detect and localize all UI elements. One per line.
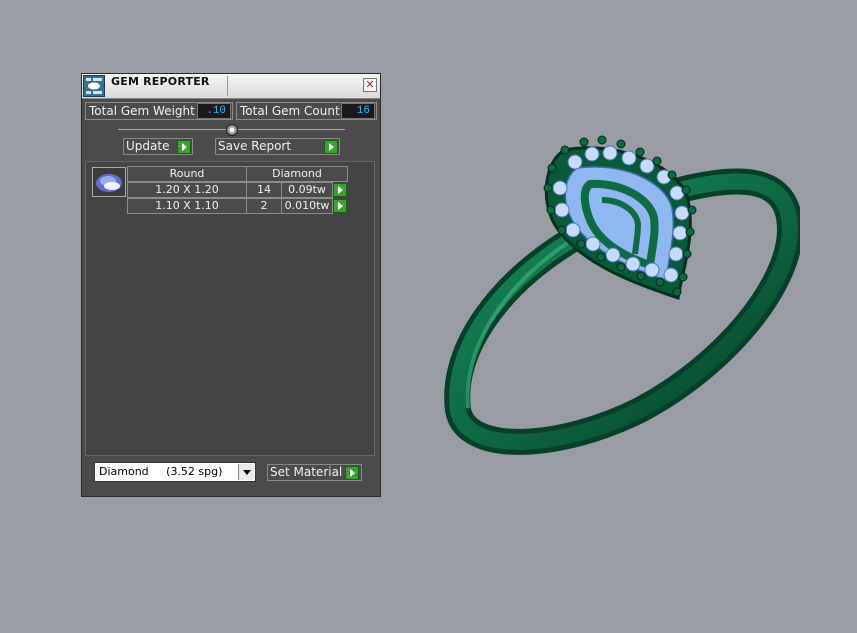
material-header: Diamond	[246, 166, 348, 182]
play-arrow-icon[interactable]	[333, 199, 347, 213]
material-select-value: Diamond (3.52 spg)	[99, 465, 223, 478]
total-gem-weight-value: .10	[197, 103, 231, 119]
table-row-count: 14	[246, 182, 282, 198]
table-row-size: 1.10 X 1.10	[127, 198, 247, 214]
play-arrow-icon[interactable]	[177, 140, 191, 154]
size-slider-thumb[interactable]	[226, 124, 238, 136]
close-icon[interactable]: ✕	[363, 78, 377, 92]
title-bar[interactable]: GEM REPORTER ✕	[82, 74, 380, 99]
play-arrow-icon[interactable]	[345, 466, 359, 480]
set-material-button[interactable]: Set Material	[267, 464, 362, 481]
update-button[interactable]: Update	[123, 138, 193, 155]
round-gem-icon[interactable]	[92, 167, 126, 197]
play-arrow-icon[interactable]	[333, 183, 347, 197]
save-report-button-label: Save Report	[218, 139, 292, 153]
total-gem-count-label: Total Gem Count	[240, 104, 340, 118]
gem-reporter-panel: GEM REPORTER ✕ Total Gem Weight .10 Tota…	[81, 73, 381, 497]
material-select[interactable]: Diamond (3.52 spg)	[94, 462, 256, 482]
marquise-head	[543, 135, 697, 300]
total-gem-count-value: 16	[341, 103, 375, 119]
panel-title: GEM REPORTER	[111, 75, 210, 88]
table-row-weight: 0.09tw	[281, 182, 333, 198]
set-material-button-label: Set Material	[270, 465, 343, 479]
title-divider	[227, 76, 228, 96]
total-gem-weight-label: Total Gem Weight	[89, 104, 195, 118]
table-row-weight: 0.010tw	[281, 198, 333, 214]
shape-header: Round	[127, 166, 247, 182]
save-report-button[interactable]: Save Report	[215, 138, 340, 155]
table-row-size: 1.20 X 1.20	[127, 182, 247, 198]
update-button-label: Update	[126, 139, 170, 153]
table-row-count: 2	[246, 198, 282, 214]
gem-reporter-app-icon	[83, 75, 105, 97]
play-arrow-icon[interactable]	[324, 140, 338, 154]
ring-model[interactable]	[440, 120, 800, 460]
chevron-down-icon[interactable]	[238, 464, 254, 480]
